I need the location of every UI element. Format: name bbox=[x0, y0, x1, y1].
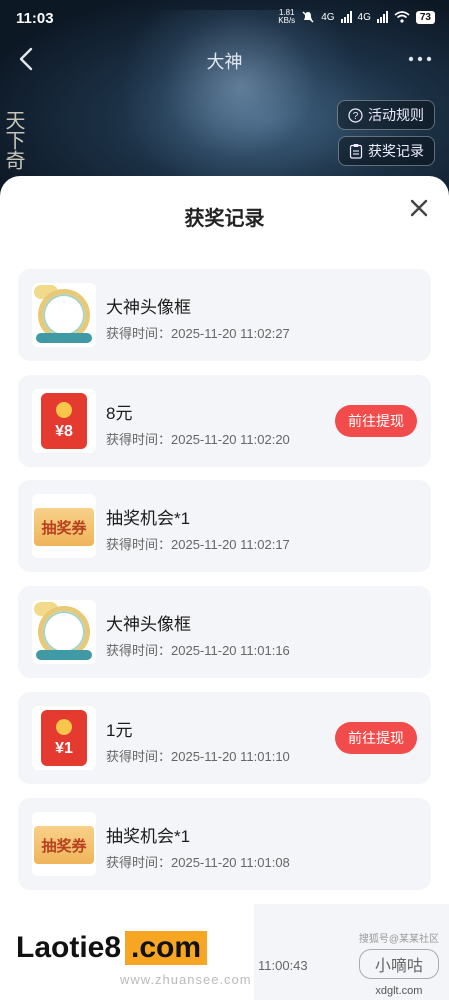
question-circle-icon: ? bbox=[348, 107, 363, 123]
record-name: 抽奖机会*1 bbox=[106, 509, 191, 528]
record-name: 大神头像框 bbox=[106, 298, 191, 317]
rules-button[interactable]: ? 活动规则 bbox=[337, 100, 435, 130]
record-item: 抽奖券 抽奖机会*1 获得时间：2025-11-20 11:02:17 bbox=[18, 480, 431, 572]
status-time: 11:03 bbox=[16, 10, 54, 27]
svg-text:?: ? bbox=[353, 111, 359, 122]
status-icons: 1.81 KB/s 4G 4G 73 bbox=[278, 9, 435, 25]
red-packet-thumbnail: ¥8 bbox=[32, 389, 96, 453]
record-name: 1元 bbox=[106, 721, 133, 740]
records-sheet: 获奖记录 大神头像框 获得时间：2025-11-20 11:02:27 ¥8 8… bbox=[0, 176, 449, 1000]
record-time: 获得时间：2025-11-20 11:02:27 bbox=[106, 326, 290, 341]
watermark-right: 搜狐号@某某社区 小嘀咕 xdglt.com bbox=[358, 934, 439, 997]
withdraw-button[interactable]: 前往提现 bbox=[335, 405, 417, 437]
top-nav: 大神 bbox=[0, 40, 449, 80]
record-time: 获得时间：2025-11-20 11:01:10 bbox=[106, 749, 290, 764]
calligraphy-logo: 天下奇 bbox=[2, 110, 26, 170]
record-item: 大神头像框 获得时间：2025-11-20 11:02:27 bbox=[18, 269, 431, 361]
records-button-label: 获奖记录 bbox=[368, 143, 424, 159]
signal-icon-2 bbox=[376, 11, 388, 23]
watermark-url: www.zhuansee.com bbox=[120, 972, 252, 987]
status-bar: 11:03 1.81 KB/s 4G 4G 73 bbox=[0, 0, 449, 36]
record-time: 获得时间：2025-11-20 11:02:17 bbox=[106, 537, 290, 552]
signal-icon-1 bbox=[340, 11, 352, 23]
battery-icon: 73 bbox=[415, 10, 435, 24]
record-item: ¥8 8元 获得时间：2025-11-20 11:02:20 前往提现 bbox=[18, 375, 431, 467]
record-item: 大神头像框 获得时间：2025-11-20 11:01:16 bbox=[18, 586, 431, 678]
record-item: 抽奖券 抽奖机会*1 获得时间：2025-11-20 11:01:08 bbox=[18, 798, 431, 890]
record-name: 8元 bbox=[106, 404, 133, 423]
record-time: 获得时间：2025-11-20 11:02:20 bbox=[106, 432, 290, 447]
record-item: ¥1 1元 获得时间：2025-11-20 11:01:10 前往提现 bbox=[18, 692, 431, 784]
more-icon[interactable] bbox=[405, 46, 435, 72]
record-name: 抽奖机会*1 bbox=[106, 827, 191, 846]
withdraw-button[interactable]: 前往提现 bbox=[335, 722, 417, 754]
close-icon[interactable] bbox=[407, 196, 431, 220]
watermark-logo: Laotie8 .com bbox=[6, 924, 218, 972]
avatar-frame-thumbnail bbox=[32, 283, 96, 347]
avatar-frame-thumbnail bbox=[32, 600, 96, 664]
page-title: 大神 bbox=[206, 52, 243, 72]
lottery-ticket-thumbnail: 抽奖券 bbox=[32, 812, 96, 876]
record-time: 获得时间：2025-11-20 11:01:16 bbox=[106, 643, 290, 658]
lottery-ticket-thumbnail: 抽奖券 bbox=[32, 494, 96, 558]
sheet-title: 获奖记录 bbox=[184, 208, 265, 230]
record-time: 获得时间：2025-11-20 11:01:08 bbox=[106, 855, 290, 870]
wifi-icon bbox=[394, 11, 410, 23]
tree-artwork bbox=[120, 10, 360, 200]
clipboard-icon bbox=[349, 144, 363, 159]
network-speed: 1.81 KB/s bbox=[278, 8, 296, 25]
rules-button-label: 活动规则 bbox=[368, 107, 424, 123]
record-name: 大神头像框 bbox=[106, 615, 191, 634]
network-type-1: 4G bbox=[321, 11, 335, 23]
network-type-2: 4G bbox=[357, 11, 371, 23]
mute-icon bbox=[302, 11, 314, 23]
records-button[interactable]: 获奖记录 bbox=[338, 136, 435, 166]
partial-record-time: 11:00:43 bbox=[258, 958, 308, 973]
red-packet-thumbnail: ¥1 bbox=[32, 706, 96, 770]
